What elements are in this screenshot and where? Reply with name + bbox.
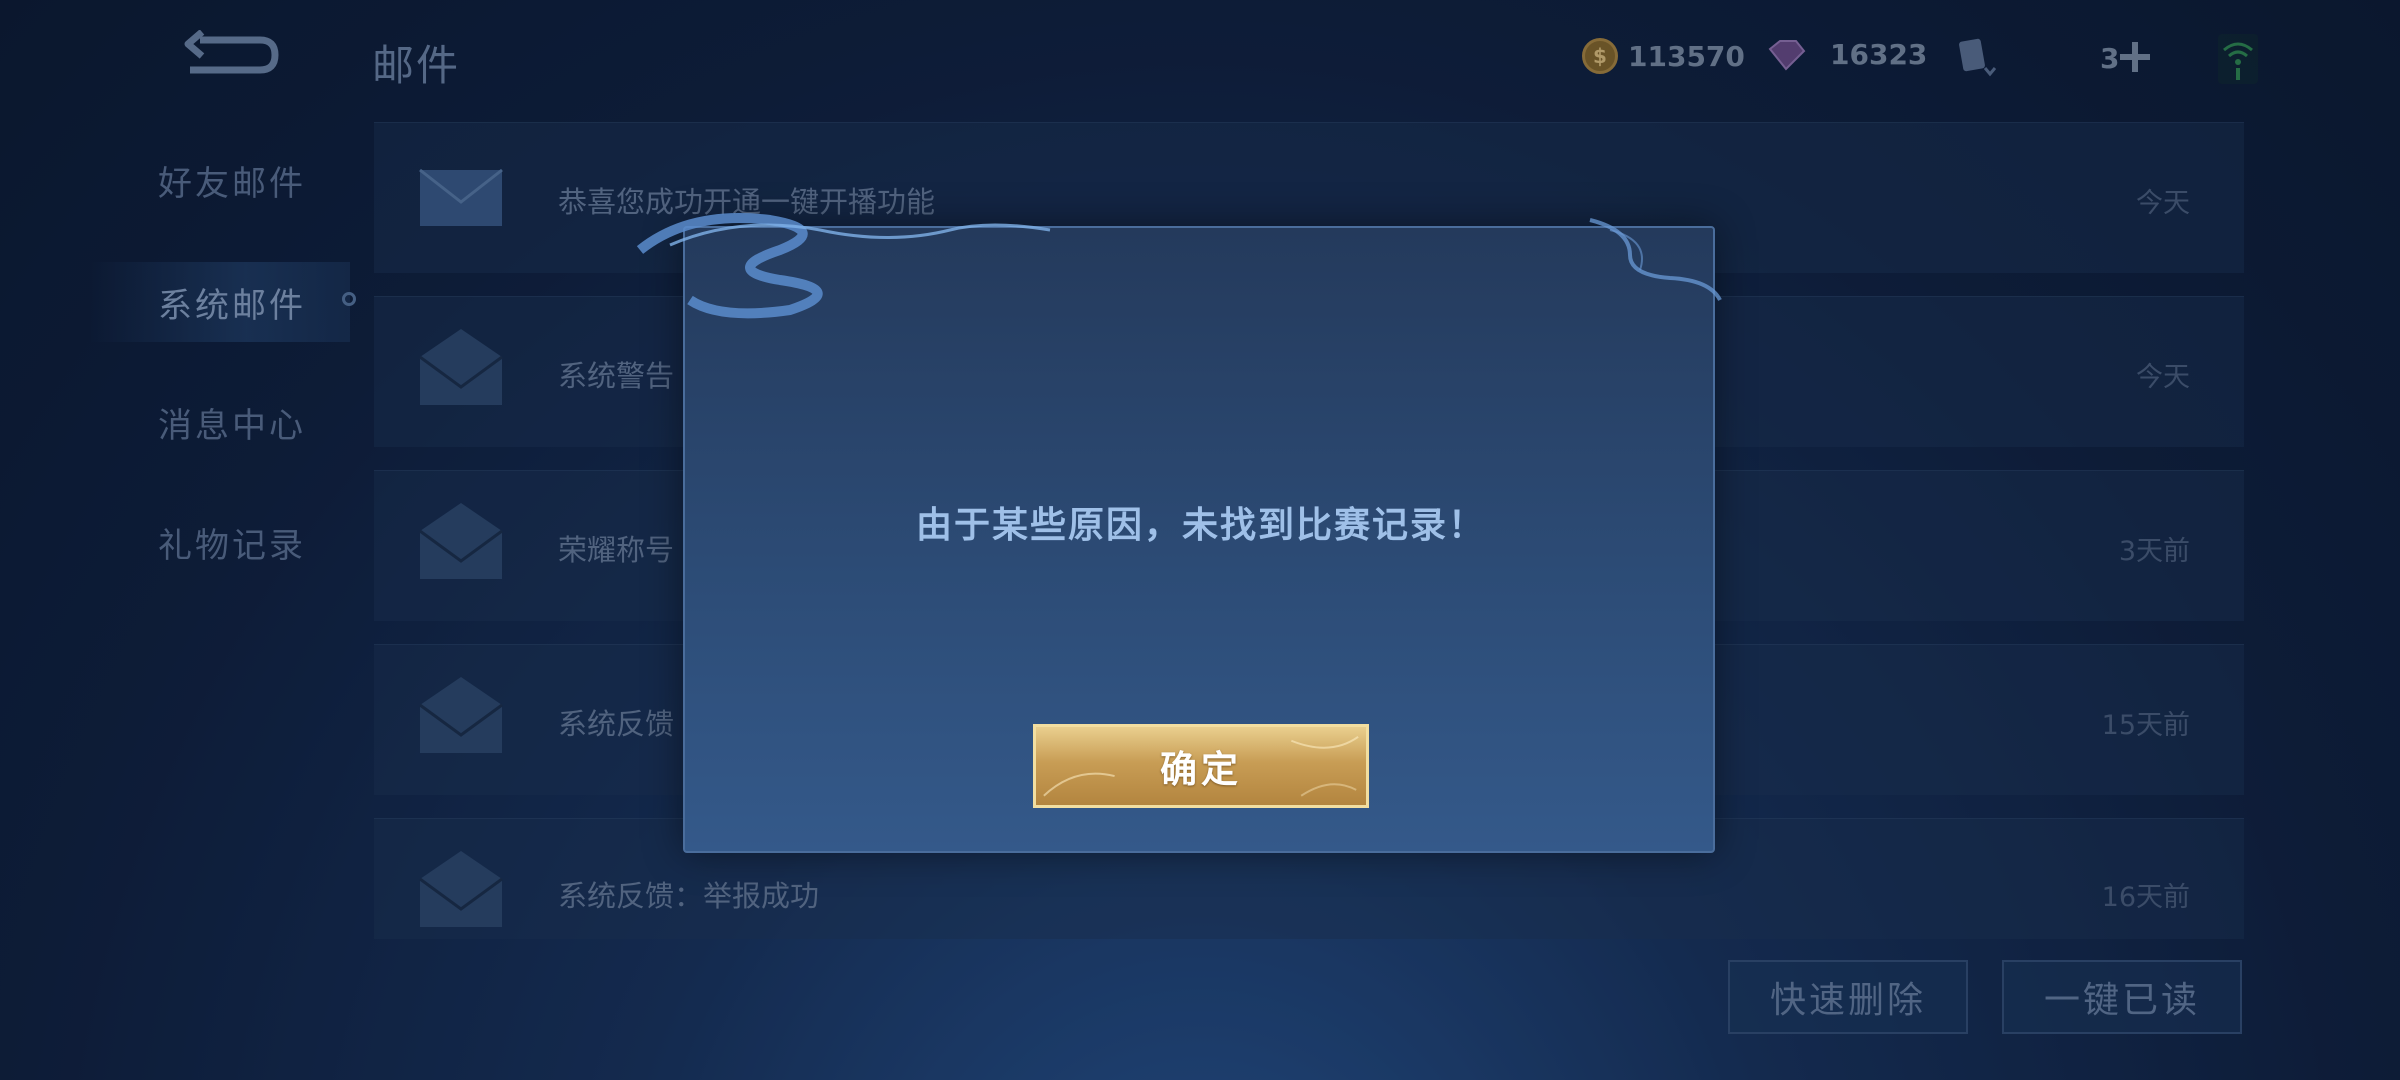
- confirm-label: 确定: [1160, 748, 1242, 791]
- dialog-ornament-icon: [636, 213, 1722, 319]
- confirm-button[interactable]: 确定: [1033, 724, 1369, 808]
- dialog-message: 由于某些原因，未找到比赛记录！: [915, 505, 1486, 546]
